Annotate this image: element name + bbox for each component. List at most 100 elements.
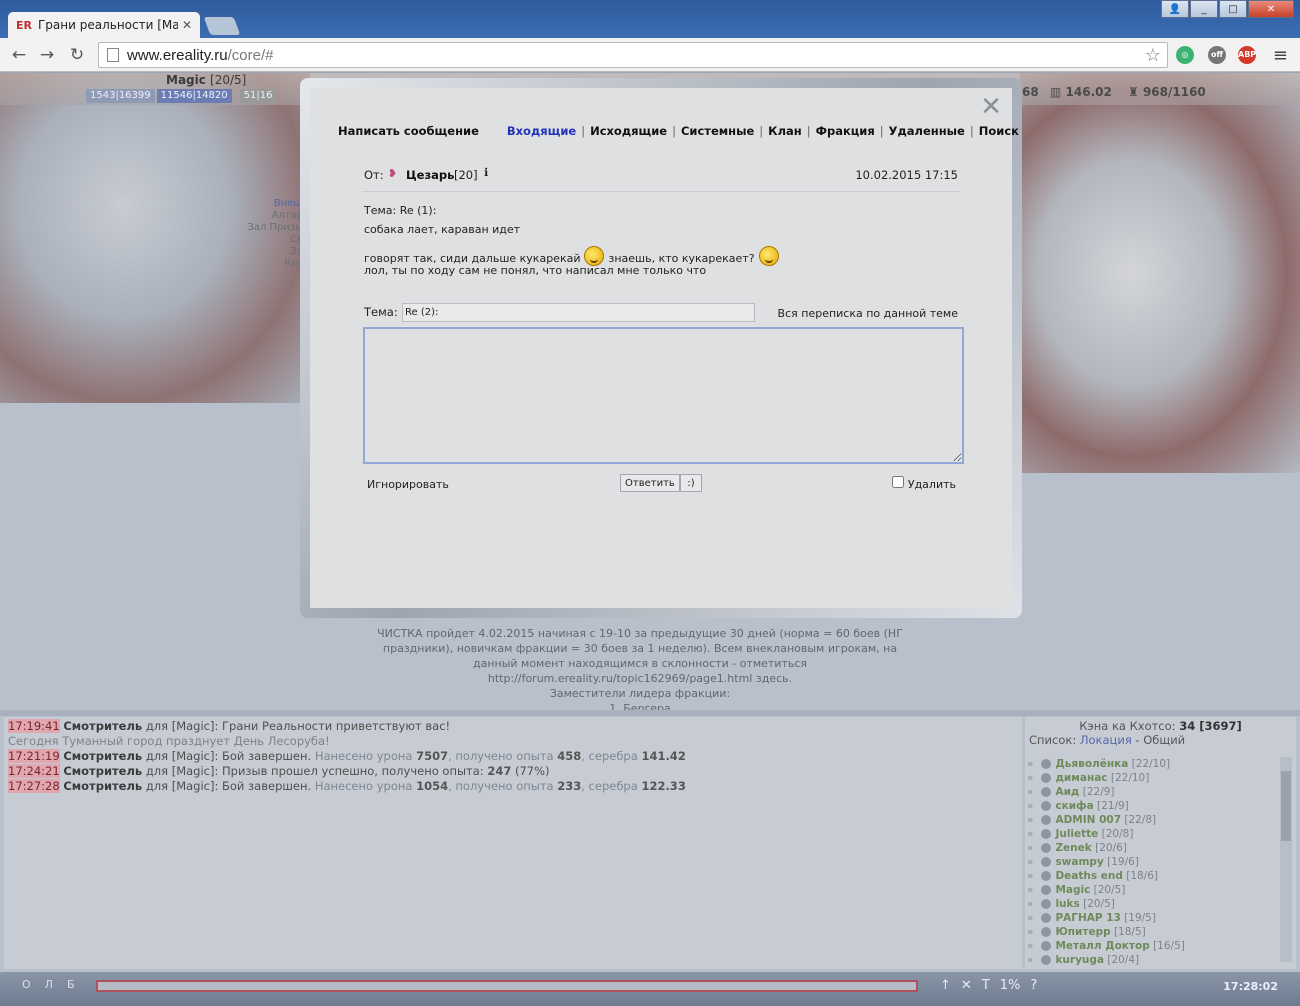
player-item[interactable]: » Юпитерр [18/5] [1027, 925, 1277, 939]
player-item[interactable]: » диманас [22/10] [1027, 771, 1277, 785]
player-item[interactable]: » kuryuga [20/4] [1027, 953, 1277, 967]
left-button[interactable]: Б [67, 978, 75, 991]
tab-search[interactable]: Поиск [979, 124, 1019, 138]
ignore-link[interactable]: Игнорировать [367, 478, 449, 491]
chat-divider[interactable] [0, 710, 1300, 716]
player-item[interactable]: » РАГНАР 13 [19/5] [1027, 911, 1277, 925]
player-item[interactable]: » Металл Доктор [16/5] [1027, 939, 1277, 953]
info-icon[interactable]: ℹ [484, 166, 488, 179]
list-header: Список: Локация - Общий [1029, 733, 1186, 747]
message-actions: Игнорировать Ответить :) Удалить [362, 474, 960, 494]
thread-link[interactable]: Вся переписка по данной теме [778, 307, 958, 320]
left-button[interactable]: Л [45, 978, 53, 991]
message-body: Тема: Re (1): собака лает, караван идет … [364, 203, 924, 279]
message-header: От: ❥ Цезарь [20] ℹ 10.02.2015 17:15 [362, 166, 960, 192]
bottom-bar: О Л Б ↑ ✕ T 1% ? 17:28:02 [0, 972, 1300, 1006]
url-host: www.ereality.ru [127, 46, 228, 64]
exp-bar: 51|16 [239, 89, 277, 103]
adblock-icon[interactable]: ABP [1238, 46, 1256, 64]
minimize-button[interactable]: _ [1190, 0, 1218, 18]
chat-line: 17:24:21 Смотритель для [Magic]: Призыв … [8, 764, 550, 778]
chat-line: Сегодня Туманный город празднует День Ле… [8, 734, 330, 748]
user-icon[interactable]: 👤 [1161, 0, 1189, 18]
player-item[interactable]: » luks [20/5] [1027, 897, 1277, 911]
player-item[interactable]: » ADMIN 007 [22/8] [1027, 813, 1277, 827]
player-item[interactable]: » скифа [21/9] [1027, 799, 1277, 813]
tab-deleted[interactable]: Удаленные [889, 124, 965, 138]
news-text: ЧИСТКА пройдет 4.02.2015 начиная с 19-10… [360, 626, 920, 716]
left-button[interactable]: О [22, 978, 31, 991]
stat-bars: 1543|16399 11546|14820 51|16 [86, 89, 277, 103]
silver-value: ▥ 146.02 [1050, 85, 1112, 99]
clear-icon[interactable]: ✕ [961, 978, 972, 993]
stat-value: 68 [1022, 85, 1039, 99]
reply-subject-row: Тема: Вся переписка по данной теме [362, 302, 960, 322]
site-favicon-icon: ER [16, 18, 32, 32]
extension-green-icon[interactable]: ◎ [1176, 46, 1194, 64]
reply-button[interactable]: Ответить [620, 474, 680, 492]
location-title: Кэна ка Кхотсо: 34 [3697] [1079, 719, 1242, 733]
message-date: 10.02.2015 17:15 [855, 168, 958, 182]
chat-line: 17:27:28 Смотритель для [Magic]: Бой зав… [8, 779, 686, 793]
bag-icon: ♜ [1128, 85, 1139, 99]
faction-icon: ❥ [388, 167, 398, 180]
player-list-scrollbar[interactable] [1280, 757, 1292, 962]
mana-bar: 11546|14820 [156, 89, 232, 103]
page-icon [107, 48, 119, 62]
smiles-button[interactable]: :) [680, 474, 702, 492]
player-item[interactable]: » Zenek [20/6] [1027, 841, 1277, 855]
chat-line: 17:21:19 Смотритель для [Magic]: Бой зав… [8, 749, 686, 763]
write-message-link[interactable]: Написать сообщение [338, 124, 479, 138]
scroll-thumb[interactable] [1281, 771, 1291, 841]
bookmark-star-icon[interactable]: ☆ [1145, 45, 1161, 66]
left-buttons: О Л Б [22, 978, 75, 991]
sender-name[interactable]: Цезарь [406, 168, 454, 182]
url-path: /core/# [227, 46, 274, 64]
right-buttons: ↑ ✕ T 1% ? [940, 978, 1037, 993]
tab-system[interactable]: Системные [681, 124, 754, 138]
location-panel: Кэна ка Кхотсо: 34 [3697] Список: Локаци… [1025, 717, 1296, 969]
window-controls: 👤 _ □ ✕ [1160, 0, 1294, 18]
list-location-link[interactable]: Локация [1080, 733, 1132, 747]
forward-icon[interactable]: → [36, 44, 58, 66]
maximize-button[interactable]: □ [1219, 0, 1247, 18]
tab-inbox[interactable]: Входящие [507, 124, 576, 138]
chat-input[interactable] [96, 980, 918, 992]
player-item[interactable]: » swampy [19/6] [1027, 855, 1277, 869]
scroll-up-icon[interactable]: ↑ [940, 978, 951, 993]
browser-tab[interactable]: ER Грани реальности [Magic ✕ [8, 12, 200, 38]
mail-nav: Написать сообщение Входящие | Исходящие | … [338, 124, 1019, 138]
player-item[interactable]: » Juliette [20/8] [1027, 827, 1277, 841]
chat-line: 17:19:41 Смотритель для [Magic]: Грани Р… [8, 719, 451, 733]
new-tab-button[interactable] [203, 17, 241, 35]
extension-off-icon[interactable]: off [1208, 46, 1226, 64]
reply-subject-label: Тема: [364, 305, 398, 319]
delete-checkbox[interactable] [892, 476, 904, 488]
back-icon[interactable]: ← [8, 44, 30, 66]
chat-log: 17:19:41 Смотритель для [Magic]: Грани Р… [4, 717, 1022, 969]
character-name[interactable]: Magic [20/5] [166, 73, 246, 87]
window-titlebar: ER Грани реальности [Magic ✕ 👤 _ □ ✕ [0, 0, 1300, 38]
menu-icon[interactable]: ≡ [1273, 45, 1288, 66]
address-bar[interactable]: www.ereality.ru/core/# ☆ [98, 42, 1168, 68]
player-item[interactable]: » Аид [22/9] [1027, 785, 1277, 799]
player-item[interactable]: » Deaths end [18/6] [1027, 869, 1277, 883]
from-label: От: [364, 168, 384, 182]
reply-textarea[interactable] [363, 327, 964, 464]
tab-faction[interactable]: Фракция [816, 124, 875, 138]
player-item[interactable]: » Magic [20/5] [1027, 883, 1277, 897]
sender-level: [20] [454, 168, 478, 182]
tab-title: Грани реальности [Magic [37, 18, 178, 32]
tab-outbox[interactable]: Исходящие [590, 124, 667, 138]
tab-close-icon[interactable]: ✕ [182, 18, 192, 32]
percent-icon[interactable]: 1% [1000, 978, 1021, 993]
close-dialog-icon[interactable]: ✕ [976, 92, 1006, 122]
reply-subject-input[interactable] [402, 303, 755, 322]
player-item[interactable]: » Дьяволёнка [22/10] [1027, 757, 1277, 771]
translit-icon[interactable]: T [982, 978, 990, 993]
forum-link[interactable]: http://forum.ereality.ru/topic162969/pag… [360, 671, 920, 686]
tab-clan[interactable]: Клан [768, 124, 802, 138]
reload-icon[interactable]: ↻ [66, 44, 88, 66]
help-icon[interactable]: ? [1030, 978, 1037, 993]
close-window-button[interactable]: ✕ [1248, 0, 1294, 18]
